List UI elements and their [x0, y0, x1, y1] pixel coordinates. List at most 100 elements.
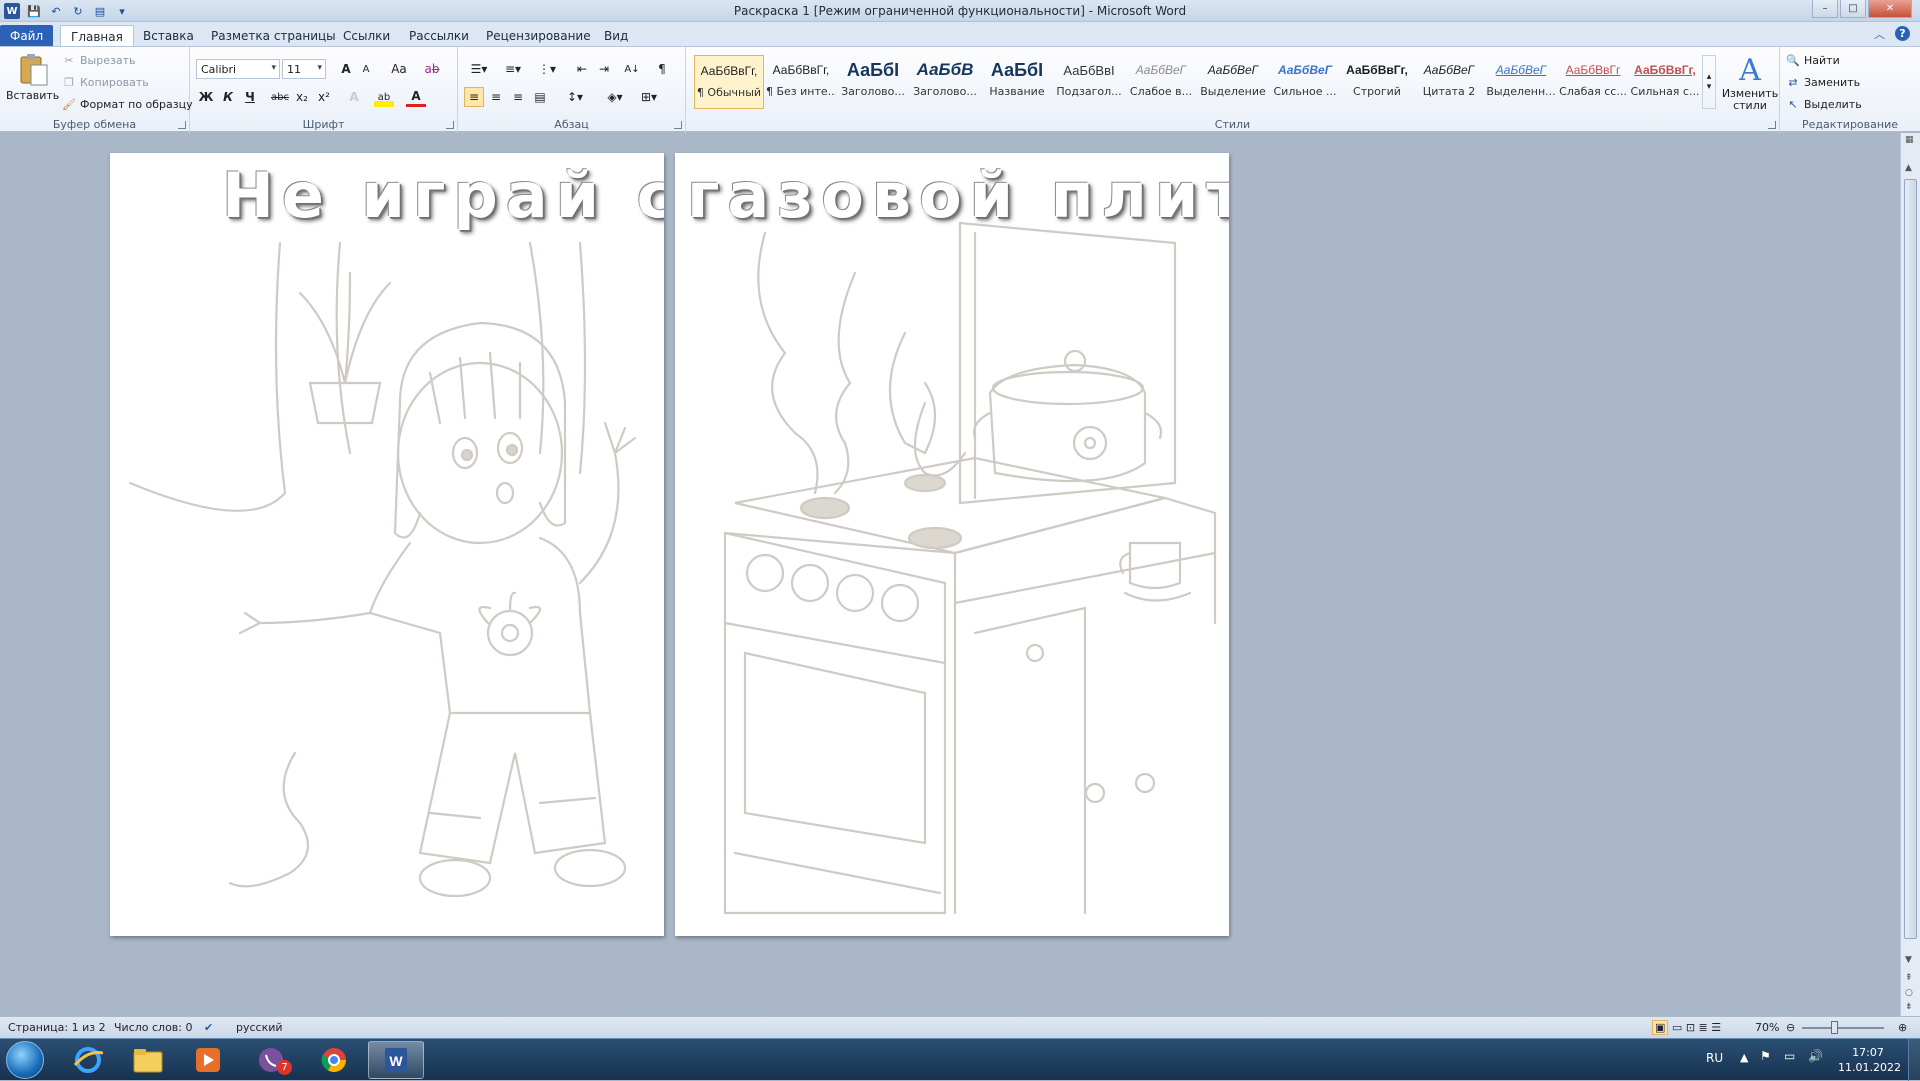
font-family-select[interactable]: Calibri [196, 59, 280, 79]
spellcheck-icon[interactable]: ✔ [204, 1021, 213, 1034]
zoom-in-button[interactable]: ⊕ [1898, 1021, 1907, 1034]
tab-review[interactable]: Рецензирование [476, 25, 601, 46]
superscript-button[interactable]: x² [314, 87, 334, 107]
align-left-button[interactable]: ≡ [464, 87, 484, 107]
zoom-slider[interactable] [1802, 1027, 1884, 1029]
style-item[interactable]: АаБбВ Заголово... [910, 55, 980, 109]
style-item[interactable]: АаБбВеГ Слабое в... [1126, 55, 1196, 109]
tab-references[interactable]: Ссылки [333, 25, 400, 46]
style-item[interactable]: АаБбВвГг, Сильная с... [1630, 55, 1700, 109]
browse-object-icon[interactable]: ○ [1905, 988, 1913, 998]
show-hidden-icons-arrow[interactable]: ▲ [1740, 1051, 1748, 1064]
select-button[interactable]: ↖ Выделить [1786, 97, 1861, 111]
font-dialog-launcher[interactable] [446, 121, 454, 129]
tab-view[interactable]: Вид [594, 25, 638, 46]
text-effects-button[interactable]: A [344, 87, 364, 107]
tab-home[interactable]: Главная [60, 25, 134, 46]
outline-view-icon[interactable]: ≣ [1699, 1021, 1708, 1034]
chrome-taskbar-icon[interactable] [306, 1041, 362, 1079]
show-marks-button[interactable]: ¶ [652, 59, 672, 79]
replace-button[interactable]: ⇄ Заменить [1786, 75, 1860, 89]
network-icon[interactable]: ▭ [1784, 1049, 1795, 1063]
paragraph-dialog-launcher[interactable] [674, 121, 682, 129]
styles-dialog-launcher[interactable] [1768, 121, 1776, 129]
style-item[interactable]: АаБбВвГг, Строгий [1342, 55, 1412, 109]
clear-formatting-button[interactable]: ab̶ [422, 59, 442, 79]
shading-button[interactable]: ◈▾ [600, 87, 630, 107]
page-2[interactable]: газовой плитой [675, 153, 1229, 936]
style-item[interactable]: АаБбВеГ Выделение [1198, 55, 1268, 109]
tab-insert[interactable]: Вставка [133, 25, 204, 46]
bold-button[interactable]: Ж [196, 87, 216, 107]
draft-view-icon[interactable]: ☰ [1711, 1021, 1721, 1034]
help-icon[interactable]: ? [1895, 26, 1910, 41]
tab-file[interactable]: Файл [0, 25, 54, 46]
font-color-button[interactable]: A [406, 87, 426, 107]
vertical-scrollbar[interactable]: ▦ ▲ ▼ ⇞ ○ ⇟ [1900, 133, 1920, 1016]
numbering-button[interactable]: ≡▾ [498, 59, 528, 79]
prev-page-icon[interactable]: ⇞ [1905, 973, 1913, 983]
style-item[interactable]: АаБбВвГг, ¶ Без инте... [766, 55, 836, 109]
zoom-level[interactable]: 70% [1755, 1021, 1779, 1034]
multilevel-list-button[interactable]: ⋮▾ [532, 59, 562, 79]
file-explorer-taskbar-icon[interactable] [120, 1041, 176, 1079]
highlight-color-button[interactable]: ab [374, 87, 394, 107]
style-item[interactable]: АаБбВеГ Цитата 2 [1414, 55, 1484, 109]
bullets-button[interactable]: ☰▾ [464, 59, 494, 79]
grow-font-button[interactable]: A [336, 59, 356, 79]
page-1[interactable]: Не играй с [110, 153, 664, 936]
borders-button[interactable]: ⊞▾ [634, 87, 664, 107]
paste-button[interactable]: Вставить [6, 53, 59, 102]
document-area[interactable]: Не играй с газовой пли [0, 133, 1900, 1016]
align-right-button[interactable]: ≡ [508, 87, 528, 107]
sort-button[interactable]: А↓ [622, 59, 642, 79]
find-button[interactable]: 🔍 Найти [1786, 53, 1840, 67]
show-desktop-button[interactable] [1908, 1039, 1920, 1081]
volume-icon[interactable]: 🔊 [1808, 1049, 1823, 1063]
action-center-flag-icon[interactable]: ⚑ [1760, 1049, 1771, 1063]
minimize-button[interactable]: – [1812, 0, 1838, 18]
line-spacing-button[interactable]: ↕▾ [560, 87, 590, 107]
zoom-slider-thumb[interactable] [1831, 1021, 1838, 1034]
word-count[interactable]: Число слов: 0 [114, 1021, 193, 1034]
style-item[interactable]: АаБбВвГг Слабая сс... [1558, 55, 1628, 109]
clipboard-dialog-launcher[interactable] [178, 121, 186, 129]
language-indicator[interactable]: русский [236, 1021, 283, 1034]
change-styles-button[interactable]: A Изменить стили [1722, 53, 1778, 112]
styles-scroll[interactable]: ▴ ▾ [1702, 55, 1716, 109]
style-item[interactable]: АаБбВвI Подзагол... [1054, 55, 1124, 109]
subscript-button[interactable]: x₂ [292, 87, 312, 107]
maximize-button[interactable]: □ [1840, 0, 1866, 18]
style-item[interactable]: АаБбI Заголово... [838, 55, 908, 109]
input-language[interactable]: RU [1706, 1051, 1723, 1065]
shrink-font-button[interactable]: A [356, 59, 376, 79]
internet-explorer-taskbar-icon[interactable] [60, 1041, 116, 1079]
zoom-out-button[interactable]: ⊖ [1786, 1021, 1795, 1034]
scroll-thumb[interactable] [1904, 179, 1917, 939]
increase-indent-button[interactable]: ⇥ [594, 59, 614, 79]
print-layout-view-icon[interactable]: ▣ [1652, 1020, 1669, 1035]
minimize-ribbon-icon[interactable]: ︿ [1872, 26, 1887, 41]
font-size-select[interactable]: 11 [282, 59, 326, 79]
underline-button[interactable]: Ч [240, 87, 260, 107]
cut-button[interactable]: ✂ Вырезать [62, 53, 135, 67]
tab-page-layout[interactable]: Разметка страницы [201, 25, 346, 46]
strikethrough-button[interactable]: abc [270, 87, 290, 107]
decrease-indent-button[interactable]: ⇤ [572, 59, 592, 79]
next-page-icon[interactable]: ⇟ [1905, 1002, 1913, 1012]
style-item[interactable]: АаБбВеГ Выделенн... [1486, 55, 1556, 109]
change-case-button[interactable]: Aa [386, 59, 412, 79]
word-taskbar-icon[interactable]: W [368, 1041, 424, 1079]
tab-mailings[interactable]: Рассылки [399, 25, 479, 46]
ruler-toggle-icon[interactable]: ▦ [1905, 135, 1914, 145]
close-button[interactable]: ✕ [1868, 0, 1912, 18]
italic-button[interactable]: К [218, 87, 238, 107]
align-center-button[interactable]: ≡ [486, 87, 506, 107]
style-item[interactable]: АаБбI Название [982, 55, 1052, 109]
full-screen-view-icon[interactable]: ▭ [1672, 1021, 1682, 1034]
media-player-taskbar-icon[interactable] [180, 1041, 236, 1079]
start-button[interactable] [6, 1041, 44, 1079]
style-item[interactable]: АаБбВвГг, ¶ Обычный [694, 55, 764, 109]
scroll-down-arrow[interactable]: ▼ [1905, 955, 1912, 965]
style-item[interactable]: АаБбВеГ Сильное ... [1270, 55, 1340, 109]
